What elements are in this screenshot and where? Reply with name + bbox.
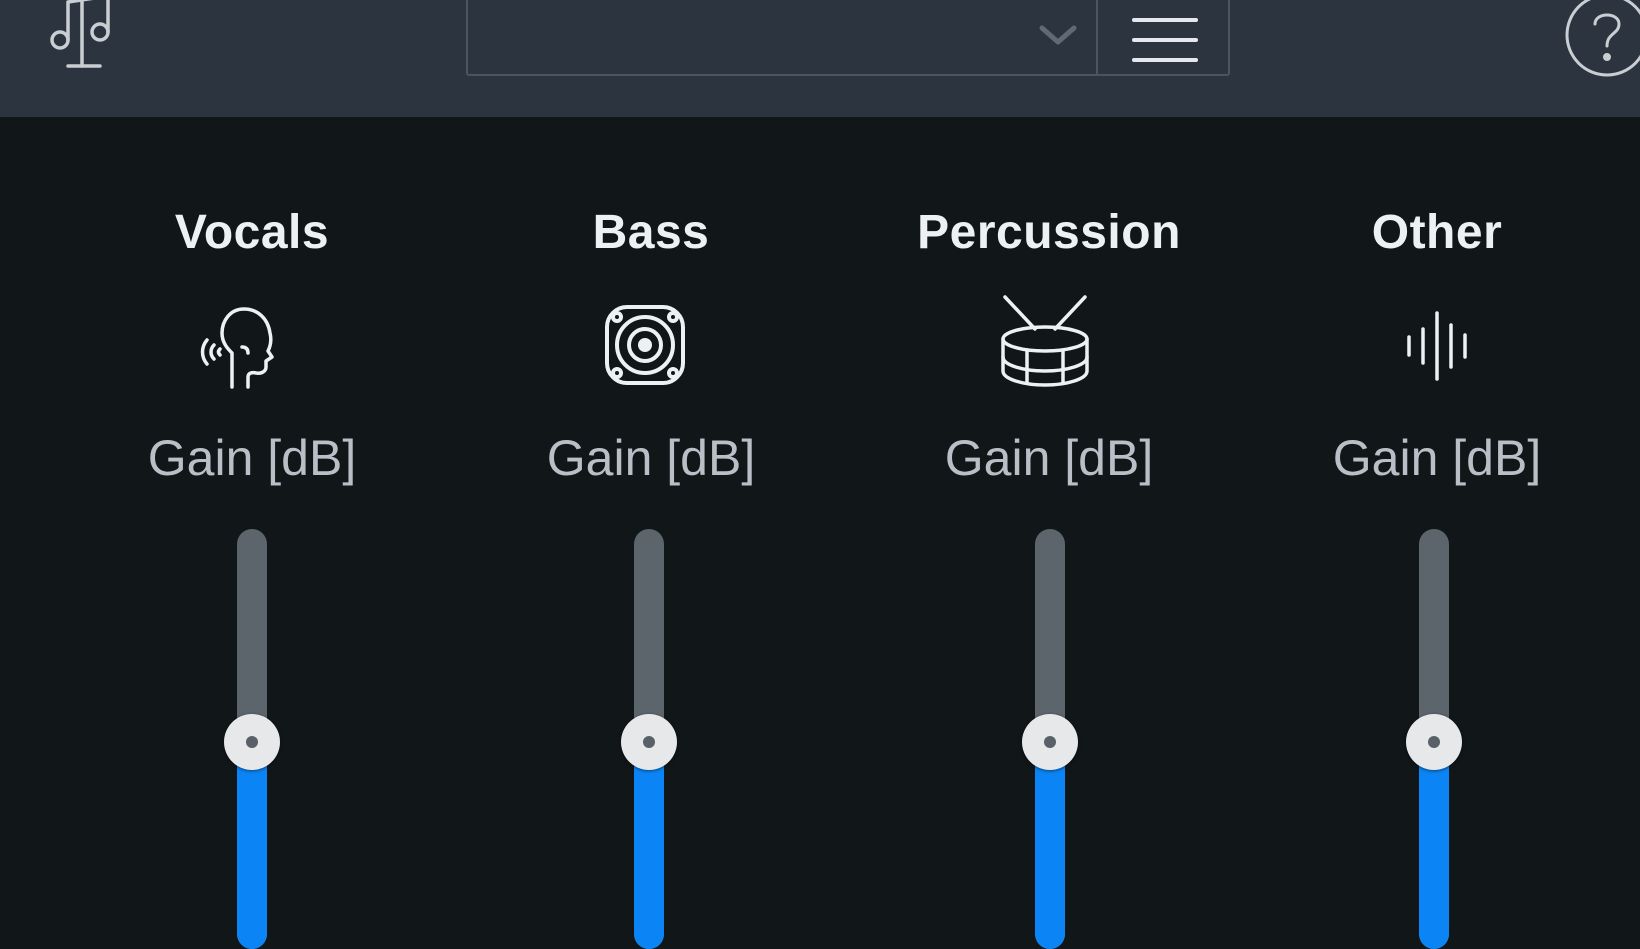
slider-fill [1035,742,1065,949]
menu-button[interactable] [1096,0,1230,76]
slider-thumb[interactable] [1022,714,1078,771]
chevron-down-icon [1038,20,1078,50]
channel-bass: Bass Gain [dB] [451,117,851,949]
hamburger-menu-icon [1132,18,1198,62]
percussion-gain-slider[interactable] [1014,529,1086,949]
gain-label: Gain [dB] [546,430,756,486]
music-stand-icon[interactable] [44,0,124,74]
channel-title: Bass [592,206,710,259]
gain-label: Gain [dB] [944,430,1154,486]
other-gain-slider[interactable] [1398,529,1470,949]
bass-gain-slider[interactable] [613,529,685,949]
channel-title: Vocals [174,206,330,259]
slider-fill [237,742,267,949]
channel-percussion: Percussion Gain [dB] [849,117,1249,949]
drum-icon [995,295,1095,395]
singing-head-icon [200,295,300,395]
waveform-icon [1399,295,1499,395]
top-toolbar [0,0,1640,117]
channel-vocals: Vocals Gain [dB] [52,117,452,949]
slider-thumb[interactable] [1406,714,1462,771]
gain-label: Gain [dB] [1332,430,1542,486]
vocals-gain-slider[interactable] [216,529,288,949]
channel-title: Other [1371,206,1503,259]
question-mark-icon [1565,0,1640,77]
slider-fill [634,742,664,949]
slider-thumb[interactable] [621,714,677,771]
help-button[interactable] [1562,0,1640,80]
channel-title: Percussion [917,206,1181,259]
speaker-icon [597,295,697,395]
slider-thumb[interactable] [224,714,280,771]
channel-other: Other Gain [dB] [1237,117,1637,949]
preset-select[interactable] [466,0,1098,76]
gain-label: Gain [dB] [147,430,357,486]
slider-fill [1419,742,1449,949]
